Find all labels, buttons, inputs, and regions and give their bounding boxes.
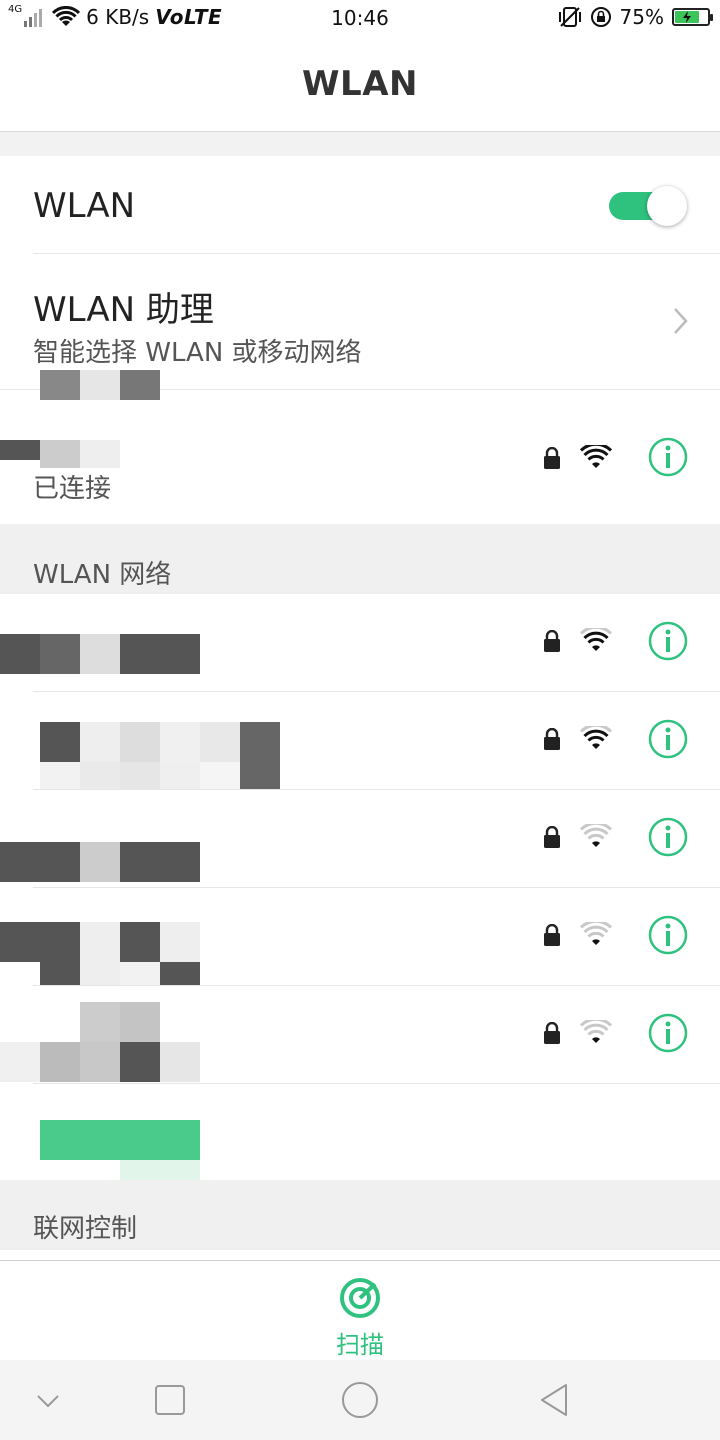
wlan-toggle-switch[interactable] (609, 186, 687, 226)
redacted-ssid (0, 634, 40, 674)
home-icon[interactable] (340, 1380, 380, 1420)
info-icon[interactable] (648, 621, 688, 661)
rotation-lock-icon (590, 7, 611, 27)
redacted-ssid (0, 1042, 40, 1082)
lock-icon (544, 728, 560, 750)
network-row[interactable] (0, 888, 720, 1002)
network-row[interactable] (0, 986, 720, 1084)
battery-percent: 75% (619, 5, 664, 29)
scan-radar-icon (340, 1278, 380, 1318)
toggle-knob (647, 186, 687, 226)
redacted-ssid (80, 842, 120, 882)
redacted-ssid (40, 722, 80, 762)
wifi-signal-icon (580, 445, 612, 468)
redacted-ssid (40, 370, 80, 400)
back-icon[interactable] (534, 1380, 574, 1420)
wifi-signal-icon (580, 824, 612, 847)
redacted-ssid (120, 842, 160, 882)
lock-icon (544, 826, 560, 848)
info-icon[interactable] (648, 817, 688, 857)
redacted-ssid (80, 440, 120, 468)
wlan-networks-title: WLAN 网络 (33, 560, 172, 590)
network-row[interactable] (0, 1084, 720, 1180)
bottom-action-bar: 扫描 (0, 1260, 720, 1360)
wifi-signal-icon (580, 1020, 612, 1043)
page-title: WLAN (302, 63, 418, 104)
redacted-ssid (80, 634, 120, 674)
chevron-right-icon (674, 308, 688, 334)
redacted-ssid (200, 722, 240, 762)
battery-icon (672, 8, 713, 26)
info-icon[interactable] (648, 437, 688, 477)
info-icon[interactable] (648, 1013, 688, 1053)
redacted-ssid (160, 634, 200, 674)
redacted-ssid (120, 370, 160, 400)
redacted-ssid (120, 922, 160, 962)
scan-button[interactable]: 扫描 (300, 1261, 420, 1361)
section-gap (0, 132, 720, 156)
network-control-header: 联网控制 (0, 1180, 720, 1250)
status-bar: 4G 6 KB/s VoLTE 10:46 75% (0, 0, 720, 36)
redacted-ssid (0, 440, 40, 460)
redacted-ssid (40, 440, 80, 468)
redacted-ssid (80, 1042, 120, 1082)
wlan-networks-header: WLAN 网络 (0, 524, 720, 594)
redacted-ssid (0, 842, 40, 882)
redacted-ssid (80, 370, 120, 400)
redacted-ssid (120, 1002, 160, 1042)
redacted-ssid (40, 1042, 80, 1082)
redacted-ssid (80, 1002, 120, 1042)
redacted-ssid (0, 922, 40, 962)
wlan-toggle-label: WLAN (33, 186, 136, 226)
wifi-signal-icon (580, 726, 612, 749)
redacted-ssid (40, 1120, 200, 1160)
recent-apps-icon[interactable] (150, 1380, 190, 1420)
redacted-ssid (160, 842, 200, 882)
connected-network-row[interactable]: 已连接 (0, 370, 720, 524)
redacted-ssid (120, 1160, 200, 1180)
lock-icon (544, 924, 560, 946)
redacted-ssid (160, 1042, 200, 1082)
connected-status: 已连接 (33, 474, 112, 504)
wlan-toggle-row[interactable]: WLAN (0, 156, 720, 254)
network-row[interactable] (0, 692, 720, 802)
wifi-signal-icon (580, 922, 612, 945)
redacted-ssid (80, 722, 120, 762)
redacted-ssid (120, 1042, 160, 1082)
collapse-chevron-icon[interactable] (28, 1380, 68, 1420)
scan-label: 扫描 (336, 1331, 384, 1359)
title-bar: WLAN (0, 36, 720, 132)
lock-icon (544, 1022, 560, 1044)
redacted-ssid (120, 634, 160, 674)
battery-fill (675, 11, 699, 23)
network-row[interactable] (0, 790, 720, 888)
wifi-signal-icon (580, 628, 612, 651)
info-icon[interactable] (648, 719, 688, 759)
redacted-ssid (160, 922, 200, 962)
network-control-title: 联网控制 (33, 1214, 138, 1244)
vibrate-icon (558, 7, 581, 27)
redacted-ssid (40, 922, 80, 962)
system-nav-bar (0, 1360, 720, 1440)
wlan-assistant-subtitle: 智能选择 WLAN 或移动网络 (33, 338, 362, 368)
redacted-ssid (80, 922, 120, 962)
lock-icon (544, 447, 560, 469)
network-row[interactable] (0, 594, 720, 692)
redacted-ssid (40, 634, 80, 674)
wlan-assistant-title: WLAN 助理 (33, 290, 214, 330)
redacted-ssid (160, 722, 200, 762)
redacted-ssid (120, 722, 160, 762)
lock-icon (544, 630, 560, 652)
info-icon[interactable] (648, 915, 688, 955)
redacted-ssid (40, 842, 80, 882)
